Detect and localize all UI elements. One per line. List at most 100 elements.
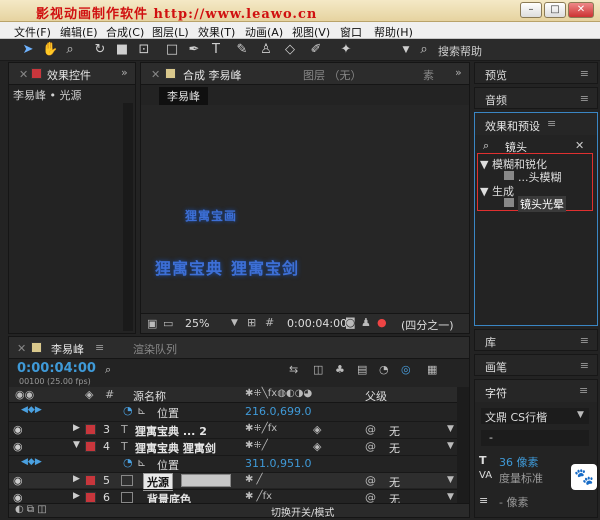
keyframe-nav-icon[interactable]: ◀◆▶ bbox=[21, 405, 42, 415]
clone-stamp-tool-icon[interactable]: ♙ bbox=[258, 42, 274, 58]
composition-viewer[interactable]: 狸寓宝画 狸寓宝典 狸寓宝剑 bbox=[141, 105, 469, 313]
toggle-switches-modes[interactable]: 切换开关/模式 bbox=[271, 504, 334, 519]
panel-menu-icon[interactable]: ≡ bbox=[95, 341, 104, 354]
label-color-swatch[interactable] bbox=[85, 441, 96, 452]
font-style-select[interactable]: - bbox=[481, 430, 589, 446]
expand-icon[interactable]: ▼ bbox=[73, 440, 80, 450]
expand-icon[interactable]: ▶ bbox=[73, 474, 80, 484]
always-preview-icon[interactable]: ▣ bbox=[147, 317, 157, 330]
zoom-tool-icon[interactable]: ⌕ bbox=[62, 42, 78, 58]
stopwatch-icon[interactable]: ◔ bbox=[123, 456, 133, 469]
panel-settings-icon[interactable]: ▦ bbox=[427, 363, 437, 376]
stroke-width[interactable]: - 像素 bbox=[499, 494, 528, 510]
comp-sub-tab[interactable]: 李易峰 bbox=[159, 87, 208, 105]
kerning-value[interactable]: 度量标准 bbox=[499, 470, 543, 486]
parent-select[interactable]: 无 bbox=[389, 474, 400, 490]
font-select[interactable]: 文鼎 CS行楷 ▼ bbox=[481, 408, 589, 424]
keyframe-nav-icon[interactable]: ◀◆▶ bbox=[21, 457, 42, 467]
close-tab-icon[interactable]: ✕ bbox=[19, 68, 28, 81]
minimize-button[interactable]: – bbox=[520, 2, 542, 18]
panel-menu-icon[interactable]: ≡ bbox=[580, 67, 589, 80]
table-row[interactable]: ◀◆▶ ◔ ⊾ 位置 216.0,699.0 bbox=[9, 404, 469, 420]
panel-menu-icon[interactable]: » bbox=[121, 66, 128, 79]
parent-pickwhip-icon[interactable]: @ bbox=[365, 423, 376, 436]
menu-effect[interactable]: 效果(T) bbox=[198, 24, 235, 40]
eye-icon[interactable]: ◉ bbox=[13, 440, 23, 453]
effect-controls-tab[interactable]: ✕ 效果控件 » bbox=[9, 63, 135, 85]
rename-field[interactable] bbox=[181, 474, 231, 487]
panel-menu-icon[interactable]: ≡ bbox=[580, 334, 589, 347]
rectangle-tool-icon[interactable]: □ bbox=[164, 42, 180, 58]
region-icon[interactable]: ⊞ bbox=[247, 316, 256, 329]
motion-blur-icon[interactable]: ◔ bbox=[379, 363, 389, 376]
paw-icon[interactable]: 🐾 bbox=[571, 464, 597, 490]
scrollbar[interactable] bbox=[123, 103, 133, 331]
table-row[interactable]: ◀◆▶ ◔ ⊾ 位置 311.0,951.0 bbox=[9, 455, 469, 472]
menu-help[interactable]: 帮助(H) bbox=[374, 24, 413, 40]
source-name-header[interactable]: 源名称 bbox=[133, 388, 166, 404]
font-size-value[interactable]: 36 像素 bbox=[499, 454, 539, 470]
camera-tool-icon[interactable]: ■ bbox=[114, 42, 130, 58]
property-value[interactable]: 216.0,699.0 bbox=[245, 405, 311, 418]
menu-edit[interactable]: 编辑(E) bbox=[60, 24, 98, 40]
parent-header[interactable]: 父级 bbox=[365, 388, 387, 404]
comp-flowchart-icon[interactable]: ⇆ bbox=[289, 363, 298, 376]
tree-group-generate[interactable]: ▼ 生成 bbox=[480, 183, 514, 199]
dropdown-arrow-icon[interactable]: ▼ bbox=[447, 424, 454, 434]
composition-tab[interactable]: 合成 李易峰 bbox=[183, 67, 242, 83]
dropdown-arrow-icon[interactable]: ▼ bbox=[398, 42, 414, 58]
menu-animation[interactable]: 动画(A) bbox=[245, 24, 283, 40]
roto-brush-tool-icon[interactable]: ✐ bbox=[308, 42, 324, 58]
graph-editor-icon[interactable]: ◎ bbox=[401, 363, 411, 376]
panel-menu-icon[interactable]: » bbox=[455, 66, 462, 79]
audio-panel[interactable]: 音频 ≡ bbox=[474, 87, 598, 109]
menu-window[interactable]: 窗口 bbox=[340, 24, 362, 40]
search-help[interactable]: 搜索帮助 bbox=[438, 43, 482, 59]
brush-tool-icon[interactable]: ✎ bbox=[234, 42, 250, 58]
close-tab-icon[interactable]: ✕ bbox=[151, 68, 160, 81]
footage-tab[interactable]: 素 bbox=[423, 67, 434, 83]
dropdown-arrow-icon[interactable]: ▼ bbox=[447, 492, 454, 502]
render-queue-tab[interactable]: 渲染队列 bbox=[133, 341, 177, 357]
text-tool-icon[interactable]: T bbox=[208, 42, 224, 58]
clear-search-icon[interactable]: ✕ bbox=[575, 139, 584, 152]
panel-menu-icon[interactable]: ≡ bbox=[579, 384, 588, 397]
adjust-icon[interactable]: ◈ bbox=[313, 440, 321, 453]
layer-switches[interactable]: ✱ ╱fx bbox=[245, 491, 272, 502]
label-color-swatch[interactable] bbox=[85, 475, 96, 486]
library-panel[interactable]: 库 ≡ bbox=[474, 329, 598, 351]
rotate-tool-icon[interactable]: ↻ bbox=[92, 42, 108, 58]
brush-panel[interactable]: 画笔 ≡ bbox=[474, 354, 598, 376]
property-value[interactable]: 311.0,951.0 bbox=[245, 457, 311, 470]
panel-menu-icon[interactable]: ≡ bbox=[580, 92, 589, 105]
tree-item[interactable]: ...头模糊 bbox=[518, 169, 562, 185]
layer-switches[interactable]: ✱ ╱ bbox=[245, 474, 263, 485]
show-snapshot-icon[interactable]: ♟ bbox=[361, 316, 371, 329]
tree-item-selected[interactable]: 镜头光晕 bbox=[518, 196, 566, 212]
adjust-icon[interactable]: ◈ bbox=[313, 423, 321, 436]
pen-tool-icon[interactable]: ✒ bbox=[186, 42, 202, 58]
layer-tab[interactable]: 图层 （无） bbox=[303, 67, 362, 83]
parent-pickwhip-icon[interactable]: @ bbox=[365, 474, 376, 487]
close-tab-icon[interactable]: ✕ bbox=[17, 342, 26, 355]
parent-select[interactable]: 无 bbox=[389, 423, 400, 439]
timeline-scrollbar[interactable] bbox=[457, 387, 469, 503]
menu-file[interactable]: 文件(F) bbox=[14, 24, 51, 40]
resolution-select[interactable]: (四分之一) bbox=[401, 317, 454, 333]
draft-3d-icon[interactable]: ◫ bbox=[313, 363, 323, 376]
snapshot-icon[interactable]: ◙ bbox=[345, 316, 356, 329]
menu-layer[interactable]: 图层(L) bbox=[152, 24, 189, 40]
dropdown-arrow-icon[interactable]: ▼ bbox=[447, 441, 454, 451]
table-row[interactable]: ◉ ▼ 4 T 狸寓宝典 狸寓剑 ✱⁜╱ ◈ @ 无 ▼ bbox=[9, 438, 469, 455]
dropdown-arrow-icon[interactable]: ▼ bbox=[447, 475, 454, 485]
zoom-select[interactable]: 25% bbox=[185, 317, 209, 330]
viewer-timecode[interactable]: 0:00:04:00 bbox=[287, 317, 347, 330]
panel-menu-icon[interactable]: ≡ bbox=[547, 117, 556, 130]
table-row[interactable]: ◉ ▶ 5 光源 ✱ ╱ @ 无 ▼ bbox=[9, 472, 469, 491]
maximize-button[interactable]: □ bbox=[544, 2, 566, 18]
pan-behind-tool-icon[interactable]: ⊡ bbox=[136, 42, 152, 58]
hand-tool-icon[interactable]: ✋ bbox=[42, 42, 58, 58]
expand-icon[interactable]: ▶ bbox=[73, 423, 80, 433]
close-button[interactable]: ✕ bbox=[568, 2, 594, 18]
table-row[interactable]: ◉ ▶ 3 T 狸寓宝典 ... 2 ✱⁜╱fx ◈ @ 无 ▼ bbox=[9, 421, 469, 439]
